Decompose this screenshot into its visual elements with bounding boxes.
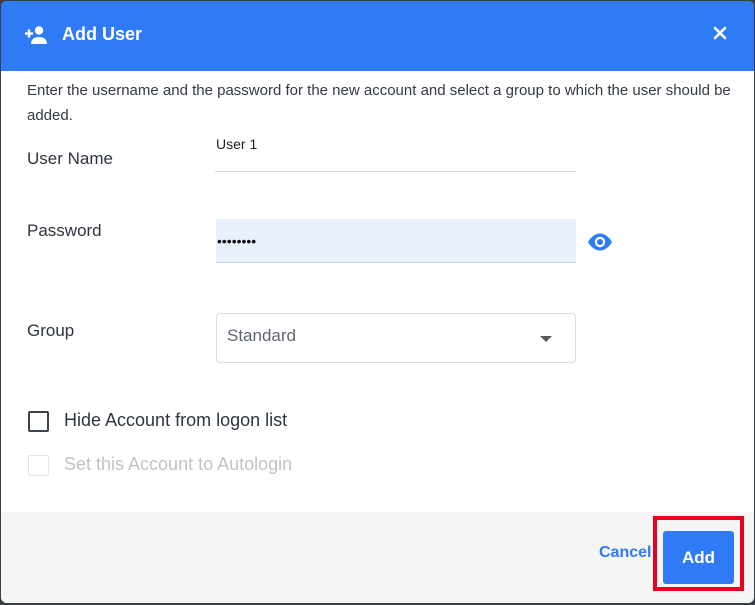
dialog-footer: Cancel Add <box>1 512 754 603</box>
password-label: Password <box>27 221 102 240</box>
hide-account-checkbox[interactable] <box>28 411 49 432</box>
cancel-button[interactable]: Cancel <box>599 544 651 562</box>
close-icon[interactable] <box>708 21 732 45</box>
group-label: Group <box>27 321 75 340</box>
dialog-titlebar: Add User <box>1 1 754 71</box>
add-button[interactable]: Add <box>663 531 734 584</box>
hide-account-label: Hide Account from logon list <box>64 410 288 430</box>
dialog-description: Enter the username and the password for … <box>27 82 731 124</box>
caret-down-icon <box>540 336 552 342</box>
eye-icon[interactable] <box>587 232 613 252</box>
group-select[interactable]: Standard <box>216 313 576 363</box>
username-label: User Name <box>27 149 113 168</box>
add-user-dialog: Add User Enter the username and the pass… <box>1 1 754 603</box>
autologin-checkbox[interactable] <box>28 455 49 476</box>
add-user-icon <box>25 26 47 44</box>
dialog-title: Add User <box>62 24 143 44</box>
group-select-value: Standard <box>227 326 296 345</box>
username-input[interactable] <box>215 131 576 172</box>
password-input[interactable] <box>216 219 576 263</box>
autologin-label: Set this Account to Autologin <box>64 454 293 474</box>
